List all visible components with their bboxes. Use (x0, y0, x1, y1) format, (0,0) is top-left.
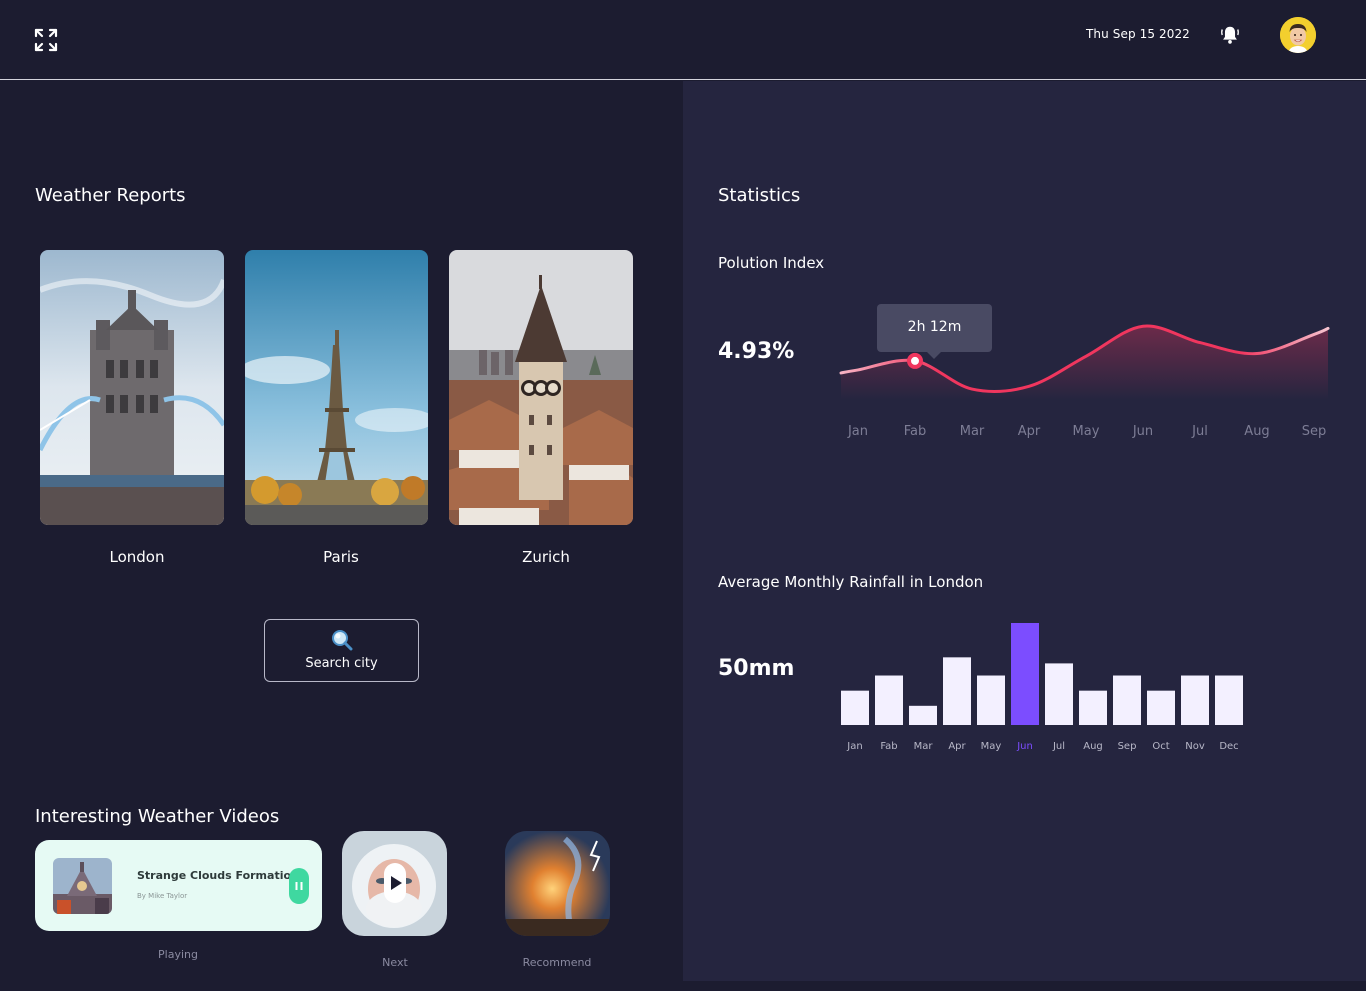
statistics-panel (683, 81, 1366, 981)
pollution-x-label: Fab (904, 424, 927, 439)
pollution-x-label: Apr (1018, 424, 1041, 439)
city-card-paris[interactable] (245, 250, 428, 525)
rainfall-x-label: Jan (846, 741, 862, 752)
top-bar: Thu Sep 15 2022 (0, 0, 1366, 80)
rainfall-x-label: Nov (1185, 741, 1205, 752)
pause-button[interactable] (289, 868, 309, 904)
rainfall-bar (1045, 663, 1073, 725)
rainfall-bar (1011, 623, 1039, 725)
pollution-tooltip: 2h 12m (877, 304, 992, 359)
pollution-index-label: Polution Index (718, 254, 825, 272)
city-card-zurich[interactable] (449, 250, 633, 525)
rainfall-bar (1147, 690, 1175, 725)
playing-caption: Playing (158, 948, 198, 961)
expand-icon[interactable] (34, 28, 58, 52)
statistics-title: Statistics (718, 185, 801, 206)
rainfall-x-label: Sep (1118, 741, 1137, 752)
pollution-x-label: Jul (1191, 424, 1208, 439)
pollution-index-value: 4.93% (718, 339, 795, 364)
pollution-x-label: Jun (1132, 424, 1153, 439)
rainfall-x-label: Dec (1219, 741, 1238, 752)
bell-icon[interactable] (1219, 24, 1241, 46)
pollution-tooltip-text: 2h 12m (907, 319, 962, 335)
avatar[interactable] (1280, 17, 1316, 53)
pause-icon (295, 882, 303, 890)
pollution-x-label: Aug (1244, 424, 1269, 439)
magnifier-icon (331, 629, 353, 655)
current-date: Thu Sep 15 2022 (1086, 27, 1190, 41)
rainfall-bar (943, 657, 971, 725)
playing-video-author: By Mike Taylor (137, 892, 188, 900)
rainfall-x-label: Jul (1052, 741, 1065, 752)
rainfall-bar (909, 705, 937, 725)
pollution-x-label: Mar (960, 424, 985, 439)
pollution-x-label: May (1073, 424, 1100, 439)
recommend-video-thumbnail[interactable] (505, 831, 610, 936)
recommend-caption: Recommend (522, 956, 592, 969)
city-name-zurich: Zurich (522, 548, 570, 566)
weather-reports-title: Weather Reports (35, 185, 186, 206)
weather-videos-title: Interesting Weather Videos (35, 806, 280, 827)
rainfall-label: Average Monthly Rainfall in London (718, 573, 984, 591)
city-name-paris: Paris (323, 548, 359, 566)
playing-video-title: Strange Clouds Formation (137, 869, 299, 882)
search-city-button[interactable]: Search city (264, 619, 419, 682)
next-video-thumbnail[interactable] (342, 831, 447, 936)
rainfall-x-label: Aug (1083, 741, 1103, 752)
playing-video-thumbnail (53, 858, 112, 914)
rainfall-bar (875, 675, 903, 725)
tooltip-arrow (927, 352, 941, 359)
rainfall-bar (1113, 675, 1141, 725)
rainfall-x-label: Mar (914, 741, 934, 752)
rainfall-x-label: Jun (1016, 741, 1033, 752)
pollution-x-label: Sep (1302, 424, 1327, 439)
city-name-london: London (109, 548, 165, 566)
rainfall-bar (1181, 675, 1209, 725)
pollution-x-label: Jan (847, 424, 868, 439)
pollution-point-highlight (907, 352, 923, 369)
rainfall-bar-chart: Jan Fab Mar Apr May Jun Jul Aug Sep Oct Nov Dec (841, 623, 1243, 752)
rainfall-x-label: Oct (1152, 741, 1169, 752)
rainfall-x-label: Apr (948, 741, 966, 752)
rainfall-bar (1079, 690, 1107, 725)
playing-video-card[interactable]: Strange Clouds Formation By Mike Taylor (35, 840, 322, 931)
rainfall-bar (1215, 675, 1243, 725)
rainfall-bar (841, 690, 869, 725)
search-city-label: Search city (305, 656, 378, 671)
rainfall-x-label: Fab (880, 741, 897, 752)
rainfall-x-label: May (981, 741, 1002, 752)
rainfall-value: 50mm (718, 656, 795, 681)
rainfall-bar (977, 675, 1005, 725)
city-card-london[interactable] (40, 250, 224, 525)
next-caption: Next (382, 956, 408, 969)
